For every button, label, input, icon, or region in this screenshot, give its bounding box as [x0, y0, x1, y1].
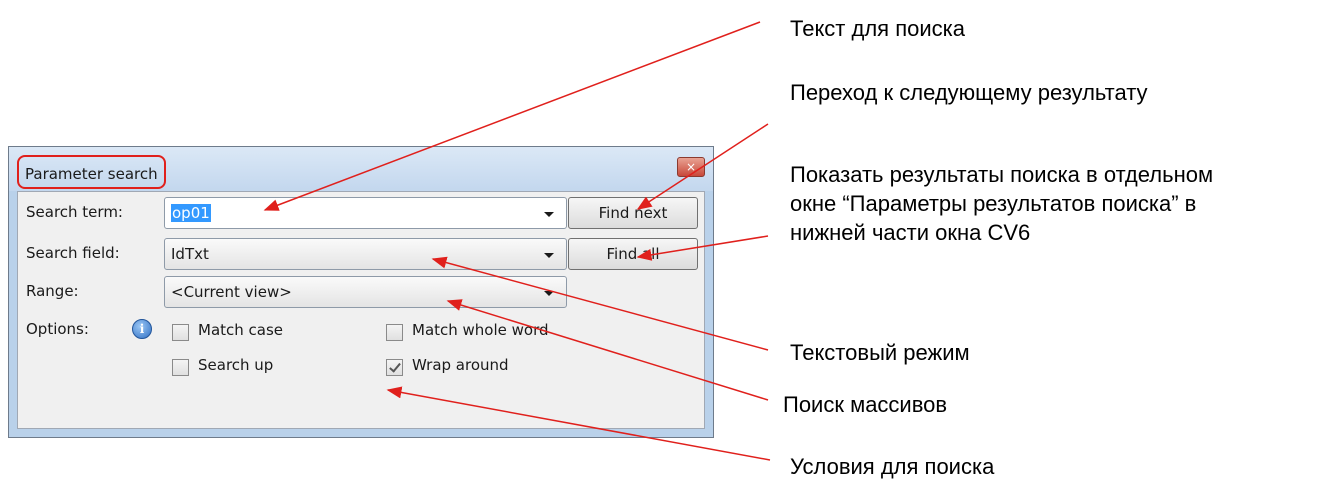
arrow-show-results — [636, 235, 769, 261]
annotation-show-results: Показать результаты поиска в отдельном о… — [790, 162, 1214, 245]
annotation-array-search: Поиск массивов — [783, 392, 948, 417]
arrow-next-result — [636, 123, 769, 210]
annotation-next-result: Переход к следующему результату — [790, 80, 1148, 105]
arrow-search-conditions — [386, 386, 771, 461]
arrow-search-text — [263, 21, 761, 211]
annotation-search-text: Текст для поиска — [790, 16, 965, 41]
annotation-text-mode: Текстовый режим — [790, 340, 970, 365]
arrow-array-search — [446, 299, 769, 401]
arrow-text-mode — [431, 256, 769, 351]
annotation-search-conditions: Условия для поиска — [790, 454, 995, 479]
